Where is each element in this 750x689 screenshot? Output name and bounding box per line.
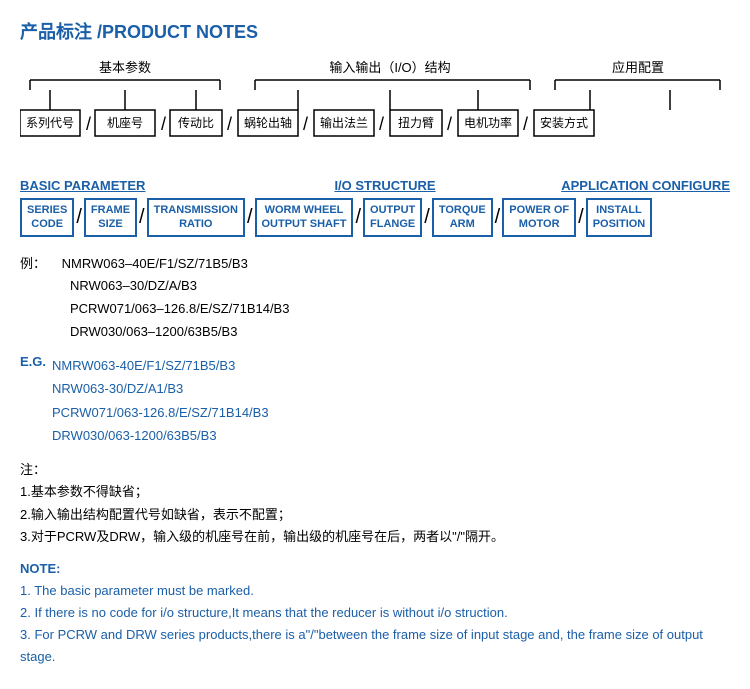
- title-cn: 产品标注: [20, 22, 92, 42]
- notes-cn-item-1: 1.基本参数不得缺省；: [20, 481, 730, 503]
- svg-text:扭力臂: 扭力臂: [398, 116, 434, 130]
- eg-cn-label: 例： NMRW063–40E/F1/SZ/71B5/B3: [20, 253, 730, 272]
- frame-line2: SIZE: [98, 218, 122, 230]
- power-line1: POWER OF: [509, 204, 569, 216]
- slash-1: /: [74, 206, 84, 229]
- cn-tree-diagram: 基本参数 输入输出（I/O）结构 应用配置: [20, 58, 730, 168]
- svg-text:机座号: 机座号: [107, 115, 143, 130]
- worm-line2: OUTPUT SHAFT: [262, 218, 347, 230]
- power-line2: MOTOR: [519, 218, 560, 230]
- title-en: /PRODUCT NOTES: [97, 22, 258, 42]
- torque-line1: TORQUE: [439, 204, 486, 216]
- en-box-frame-size: FRAME SIZE: [84, 198, 137, 237]
- install-line1: INSTALL: [596, 204, 642, 216]
- diagram-container: 基本参数 输入输出（I/O）结构 应用配置: [20, 58, 730, 237]
- flange-line1: OUTPUT: [370, 204, 415, 216]
- examples-en: E.G. NMRW063-40E/F1/SZ/71B5/B3 NRW063-30…: [20, 354, 730, 448]
- svg-text:/: /: [379, 114, 384, 134]
- en-box-install-position: INSTALL POSITION: [586, 198, 653, 237]
- install-line2: POSITION: [593, 218, 646, 230]
- svg-text:输出法兰: 输出法兰: [320, 115, 368, 130]
- eg-en-item-3: PCRW071/063-126.8/E/SZ/71B14/B3: [52, 401, 269, 424]
- label-io-structure: I/O STRUCTURE: [250, 178, 520, 193]
- notes-en-item-2: 2. If there is no code for i/o structure…: [20, 602, 730, 624]
- svg-text:电机功率: 电机功率: [464, 115, 512, 130]
- svg-text:/: /: [523, 114, 528, 134]
- svg-text:应用配置: 应用配置: [612, 60, 664, 75]
- svg-text:/: /: [303, 114, 308, 134]
- flange-line2: FLANGE: [370, 218, 415, 230]
- trans-line1: TRANSMISSION: [154, 204, 238, 216]
- svg-text:/: /: [227, 114, 232, 134]
- svg-text:基本参数: 基本参数: [99, 60, 151, 75]
- en-box-output-flange: OUTPUT FLANGE: [363, 198, 422, 237]
- svg-text:/: /: [161, 114, 166, 134]
- notes-en-item-3: 3. For PCRW and DRW series products,ther…: [20, 624, 730, 668]
- slash-6: /: [493, 206, 503, 229]
- eg-en-wrapper: E.G. NMRW063-40E/F1/SZ/71B5/B3 NRW063-30…: [20, 354, 730, 448]
- eg-en-item-4: DRW030/063-1200/63B5/B3: [52, 424, 269, 447]
- notes-en-title: NOTE:: [20, 558, 730, 580]
- slash-5: /: [422, 206, 432, 229]
- page-title: 产品标注 /PRODUCT NOTES: [20, 18, 730, 44]
- eg-cn-item-2: NRW063–30/DZ/A/B3: [70, 274, 730, 297]
- series-line1: SERIES: [27, 204, 67, 216]
- eg-en-items: NMRW063-40E/F1/SZ/71B5/B3 NRW063-30/DZ/A…: [52, 354, 269, 448]
- eg-en-label: E.G.: [20, 354, 46, 369]
- notes-en: NOTE: 1. The basic parameter must be mar…: [20, 558, 730, 668]
- svg-text:输入输出（I/O）结构: 输入输出（I/O）结构: [329, 60, 450, 75]
- eg-en-item-1: NMRW063-40E/F1/SZ/71B5/B3: [52, 354, 269, 377]
- worm-line1: WORM WHEEL: [265, 204, 344, 216]
- torque-line2: ARM: [450, 218, 475, 230]
- examples-cn: 例： NMRW063–40E/F1/SZ/71B5/B3 NRW063–30/D…: [20, 253, 730, 344]
- notes-cn: 注： 1.基本参数不得缺省； 2.输入输出结构配置代号如缺省，表示不配置； 3.…: [20, 459, 730, 547]
- en-boxes-row: SERIES CODE / FRAME SIZE / TRANSMISSION …: [20, 198, 730, 237]
- en-box-series-code: SERIES CODE: [20, 198, 74, 237]
- label-app-configure: APPLICATION CONFIGURE: [520, 178, 730, 193]
- notes-en-item-1: 1. The basic parameter must be marked.: [20, 580, 730, 602]
- series-line2: CODE: [31, 218, 63, 230]
- svg-text:传动比: 传动比: [178, 115, 214, 130]
- notes-cn-item-2: 2.输入输出结构配置代号如缺省，表示不配置；: [20, 504, 730, 526]
- svg-text:/: /: [86, 114, 91, 134]
- slash-2: /: [137, 206, 147, 229]
- notes-cn-title: 注：: [20, 459, 730, 481]
- en-box-power-motor: POWER OF MOTOR: [502, 198, 576, 237]
- svg-text:/: /: [447, 114, 452, 134]
- eg-cn-item-1: NMRW063–40E/F1/SZ/71B5/B3: [62, 256, 248, 271]
- svg-text:安装方式: 安装方式: [540, 115, 588, 130]
- notes-cn-item-3: 3.对于PCRW及DRW，输入级的机座号在前，输出级的机座号在后，两者以"/"隔…: [20, 526, 730, 548]
- slash-4: /: [353, 206, 363, 229]
- label-basic-parameter: BASIC PARAMETER: [20, 178, 250, 193]
- slash-7: /: [576, 206, 586, 229]
- eg-en-item-2: NRW063-30/DZ/A1/B3: [52, 377, 269, 400]
- en-box-transmission-ratio: TRANSMISSION RATIO: [147, 198, 245, 237]
- en-section-labels: BASIC PARAMETER I/O STRUCTURE APPLICATIO…: [20, 178, 730, 193]
- en-box-worm-wheel: WORM WHEEL OUTPUT SHAFT: [255, 198, 354, 237]
- eg-cn-item-4: DRW030/063–1200/63B5/B3: [70, 320, 730, 343]
- page-wrapper: 产品标注 /PRODUCT NOTES 基本参数 输入输出（I/O）结构 应用配…: [20, 18, 730, 668]
- slash-3: /: [245, 206, 255, 229]
- trans-line2: RATIO: [179, 218, 212, 230]
- en-box-torque-arm: TORQUE ARM: [432, 198, 493, 237]
- svg-text:蜗轮出轴: 蜗轮出轴: [244, 115, 292, 130]
- svg-text:系列代号: 系列代号: [26, 116, 74, 130]
- eg-cn-item-3: PCRW071/063–126.8/E/SZ/71B14/B3: [70, 297, 730, 320]
- frame-line1: FRAME: [91, 204, 130, 216]
